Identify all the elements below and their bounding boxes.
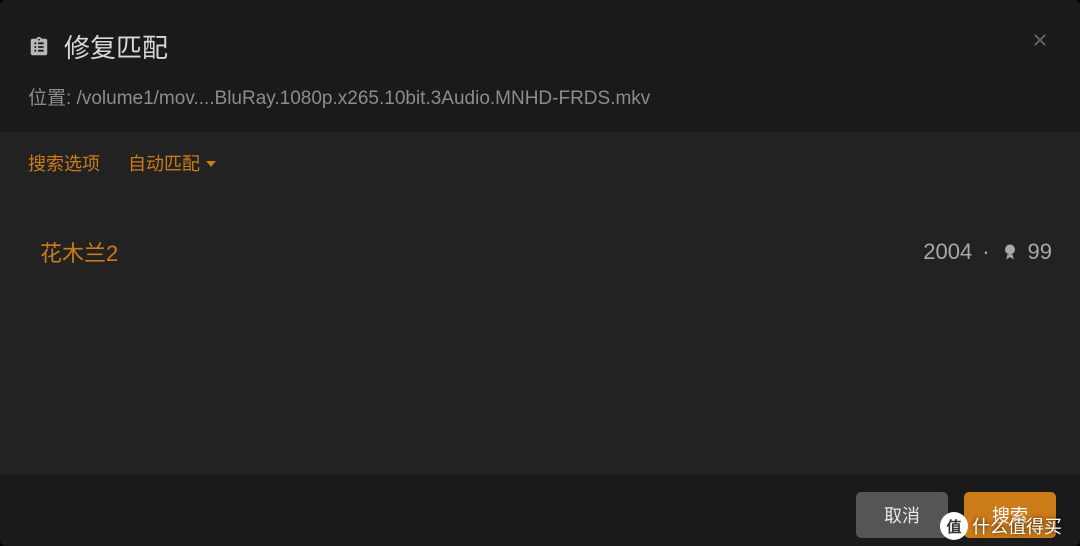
medal-icon: [1000, 242, 1020, 262]
score-group: 99: [1000, 239, 1052, 265]
auto-match-dropdown[interactable]: 自动匹配: [128, 150, 216, 176]
close-button[interactable]: [1028, 28, 1052, 52]
fix-match-dialog: 修复匹配 位置: /volume1/mov....BluRay.1080p.x2…: [0, 0, 1080, 546]
path-value: /volume1/mov....BluRay.1080p.x265.10bit.…: [77, 88, 651, 109]
toolbar: 搜索选项 自动匹配: [0, 132, 1080, 194]
separator-dot: ·: [982, 239, 989, 265]
result-title[interactable]: 花木兰2: [40, 236, 118, 268]
result-row[interactable]: 花木兰2 2004 · 99: [28, 232, 1052, 272]
results-content: 花木兰2 2004 · 99: [0, 194, 1080, 474]
dialog-footer: 取消 搜索: [0, 474, 1080, 546]
result-year: 2004: [923, 239, 972, 265]
search-options-button[interactable]: 搜索选项: [28, 150, 100, 176]
auto-match-label: 自动匹配: [128, 150, 200, 176]
dialog-title: 修复匹配: [64, 28, 168, 65]
search-button[interactable]: 搜索: [964, 492, 1056, 538]
cancel-button[interactable]: 取消: [856, 492, 948, 538]
path-label: 位置:: [28, 88, 71, 109]
close-icon: [1030, 30, 1050, 50]
clipboard-icon: [28, 36, 50, 58]
result-score: 99: [1028, 239, 1052, 265]
chevron-down-icon: [206, 161, 216, 167]
dialog-header: 修复匹配 位置: /volume1/mov....BluRay.1080p.x2…: [0, 0, 1080, 132]
search-options-label: 搜索选项: [28, 150, 100, 176]
title-row: 修复匹配: [28, 28, 1052, 65]
result-meta: 2004 · 99: [923, 239, 1052, 265]
file-path: 位置: /volume1/mov....BluRay.1080p.x265.10…: [28, 83, 1052, 110]
